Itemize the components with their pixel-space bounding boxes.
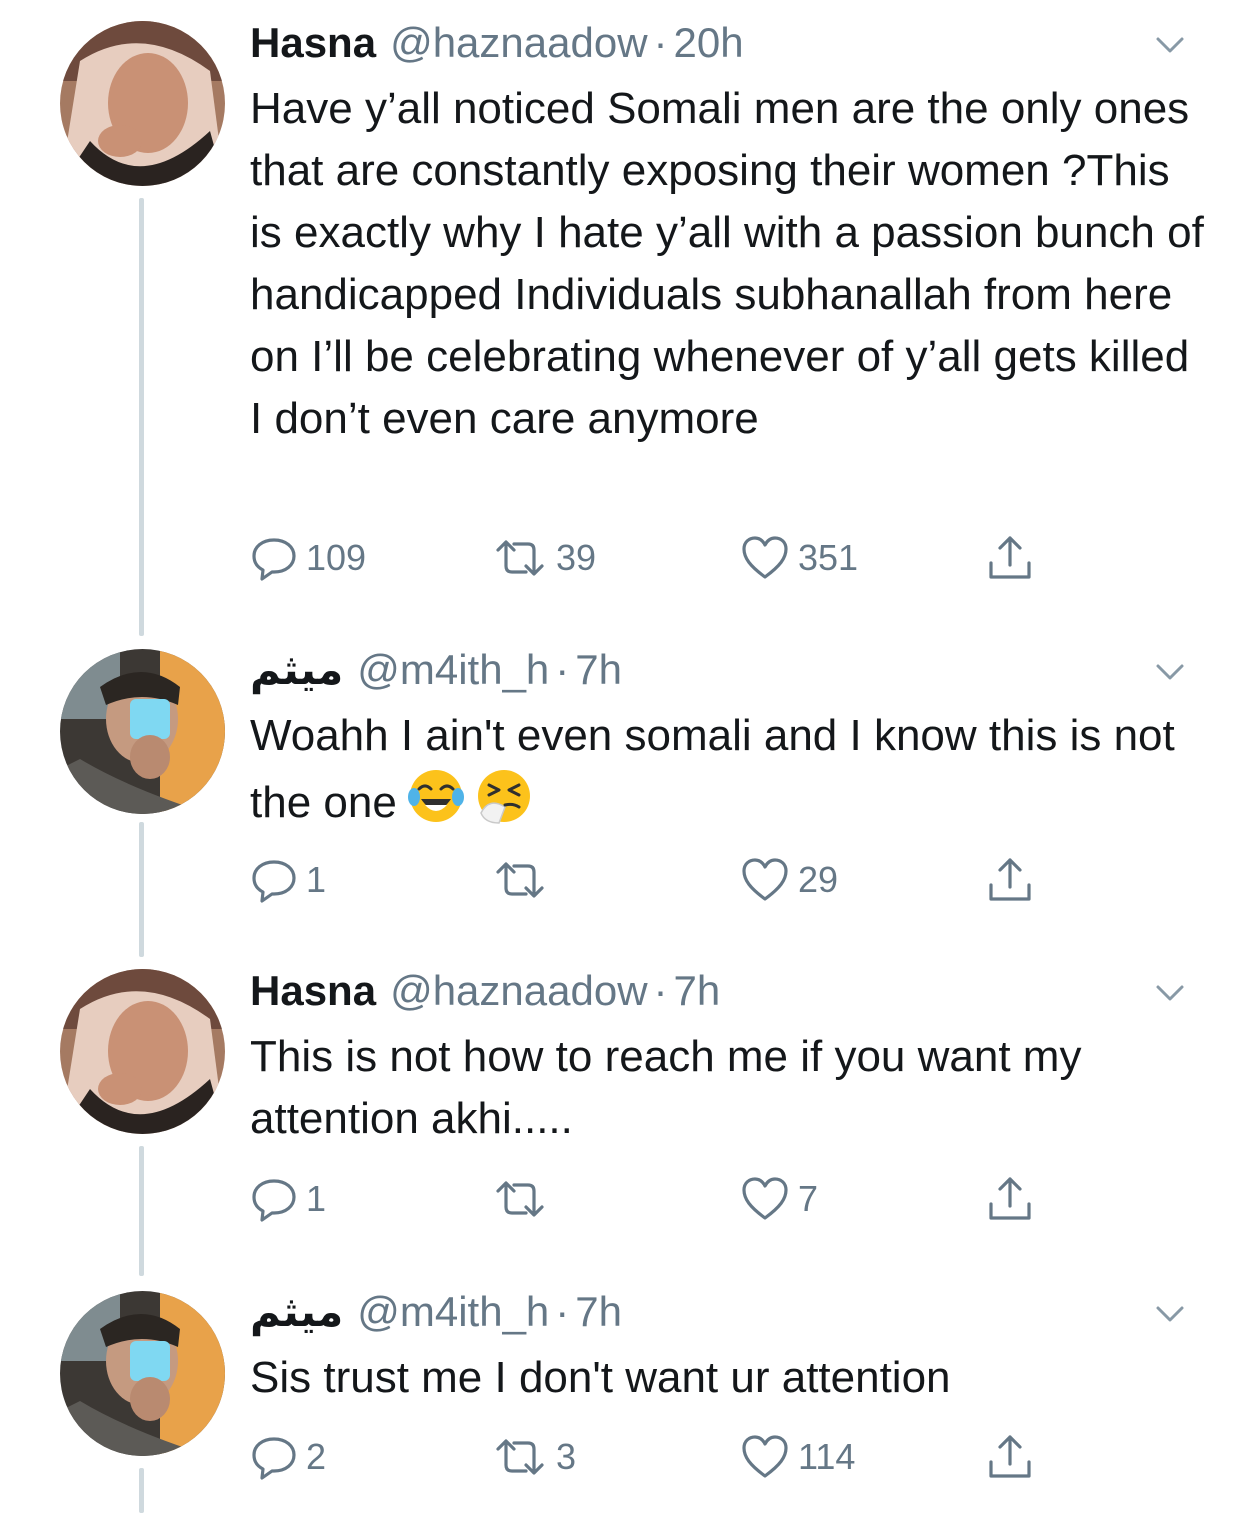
retweet-icon [496, 862, 544, 898]
retweet-icon [496, 1181, 544, 1217]
avatar[interactable] [60, 969, 225, 1134]
reply-icon [252, 1437, 296, 1480]
thread-line [139, 822, 144, 957]
separator-dot: · [653, 19, 668, 66]
share-button[interactable] [985, 1174, 1035, 1224]
like-button[interactable]: 7 [740, 1174, 818, 1224]
avatar[interactable] [60, 649, 225, 814]
share-button[interactable] [985, 1432, 1035, 1482]
display-name[interactable]: Hasna [250, 967, 376, 1014]
tweet-text: Have y’all noticed Somali men are the on… [250, 84, 1204, 443]
reply-button[interactable]: 2 [250, 1432, 326, 1482]
reply-count: 1 [306, 859, 327, 900]
like-count: 7 [798, 1178, 819, 1219]
retweet-count: 39 [556, 537, 597, 578]
separator-dot: · [653, 967, 668, 1014]
thread-line [139, 198, 144, 636]
tweet-header: ميثم @m4ith_h · 7h [250, 640, 622, 700]
display-name[interactable]: ميثم [250, 646, 343, 693]
reply-button[interactable]: 1 [250, 1174, 326, 1224]
avatar[interactable] [60, 21, 225, 186]
separator-dot: · [555, 646, 570, 693]
chevron-down-icon[interactable] [1150, 973, 1190, 1013]
like-icon [742, 536, 788, 579]
display-name[interactable]: Hasna [250, 19, 376, 66]
user-handle[interactable]: @m4ith_h [357, 1288, 549, 1335]
display-name[interactable]: ميثم [250, 1288, 343, 1335]
user-handle[interactable]: @haznaadow [390, 967, 647, 1014]
avatar[interactable] [60, 1291, 225, 1456]
chevron-down-icon[interactable] [1150, 1294, 1190, 1334]
sneezing-face-icon [477, 770, 530, 824]
retweet-count: 3 [556, 1436, 577, 1477]
share-icon [989, 536, 1031, 579]
like-count: 114 [798, 1436, 856, 1477]
share-icon [989, 1177, 1031, 1220]
like-button[interactable]: 351 [740, 533, 858, 583]
chevron-down-icon[interactable] [1150, 25, 1190, 65]
share-button[interactable] [985, 855, 1035, 905]
tweet-header: ميثم @m4ith_h · 7h [250, 1282, 622, 1342]
timestamp[interactable]: 7h [674, 967, 721, 1014]
like-button[interactable]: 29 [740, 855, 838, 905]
timestamp[interactable]: 7h [575, 1288, 622, 1335]
tweet-header: Hasna @haznaadow · 7h [250, 961, 720, 1021]
like-count: 29 [798, 859, 839, 900]
reply-icon [252, 860, 296, 903]
chevron-down-icon[interactable] [1150, 652, 1190, 692]
user-handle[interactable]: @m4ith_h [357, 646, 549, 693]
tweet-actions: 2 3 114 [250, 1432, 1070, 1482]
like-icon [742, 858, 788, 901]
retweet-button[interactable]: 3 [492, 1432, 576, 1482]
timestamp[interactable]: 7h [575, 646, 622, 693]
tweet-header: Hasna @haznaadow · 20h [250, 13, 744, 73]
tweet-actions: 1 29 [250, 855, 1070, 905]
reply-button[interactable]: 109 [250, 533, 366, 583]
thread-line [139, 1146, 144, 1276]
share-icon [989, 1435, 1031, 1478]
reply-count: 2 [306, 1436, 327, 1477]
thread-line [139, 1468, 144, 1513]
reply-count: 109 [306, 537, 367, 578]
separator-dot: · [555, 1288, 570, 1335]
like-button[interactable]: 114 [740, 1432, 855, 1482]
tweet-text: Woahh I ain't even somali and I know thi… [250, 711, 1175, 827]
reply-icon [252, 1179, 296, 1222]
tweet-actions: 1 7 [250, 1174, 1070, 1224]
retweet-button[interactable] [492, 855, 556, 905]
like-count: 351 [798, 537, 859, 578]
retweet-button[interactable] [492, 1174, 556, 1224]
retweet-icon [496, 540, 544, 576]
share-icon [989, 858, 1031, 901]
reply-icon [252, 538, 296, 581]
retweet-button[interactable]: 39 [492, 533, 596, 583]
like-icon [742, 1177, 788, 1220]
tweet-text-container: Woahh I ain't even somali and I know thi… [250, 705, 1210, 834]
retweet-icon [496, 1439, 544, 1475]
share-button[interactable] [985, 533, 1035, 583]
tweet-text: This is not how to reach me if you want … [250, 1032, 1082, 1143]
face-with-tears-of-joy-icon [407, 770, 464, 822]
tweet-actions: 109 39 351 [250, 533, 1070, 583]
reply-count: 1 [306, 1178, 327, 1219]
tweet-text: Sis trust me I don't want ur attention [250, 1353, 951, 1402]
like-icon [742, 1435, 788, 1478]
user-handle[interactable]: @haznaadow [390, 19, 647, 66]
timestamp[interactable]: 20h [674, 19, 744, 66]
reply-button[interactable]: 1 [250, 855, 326, 905]
